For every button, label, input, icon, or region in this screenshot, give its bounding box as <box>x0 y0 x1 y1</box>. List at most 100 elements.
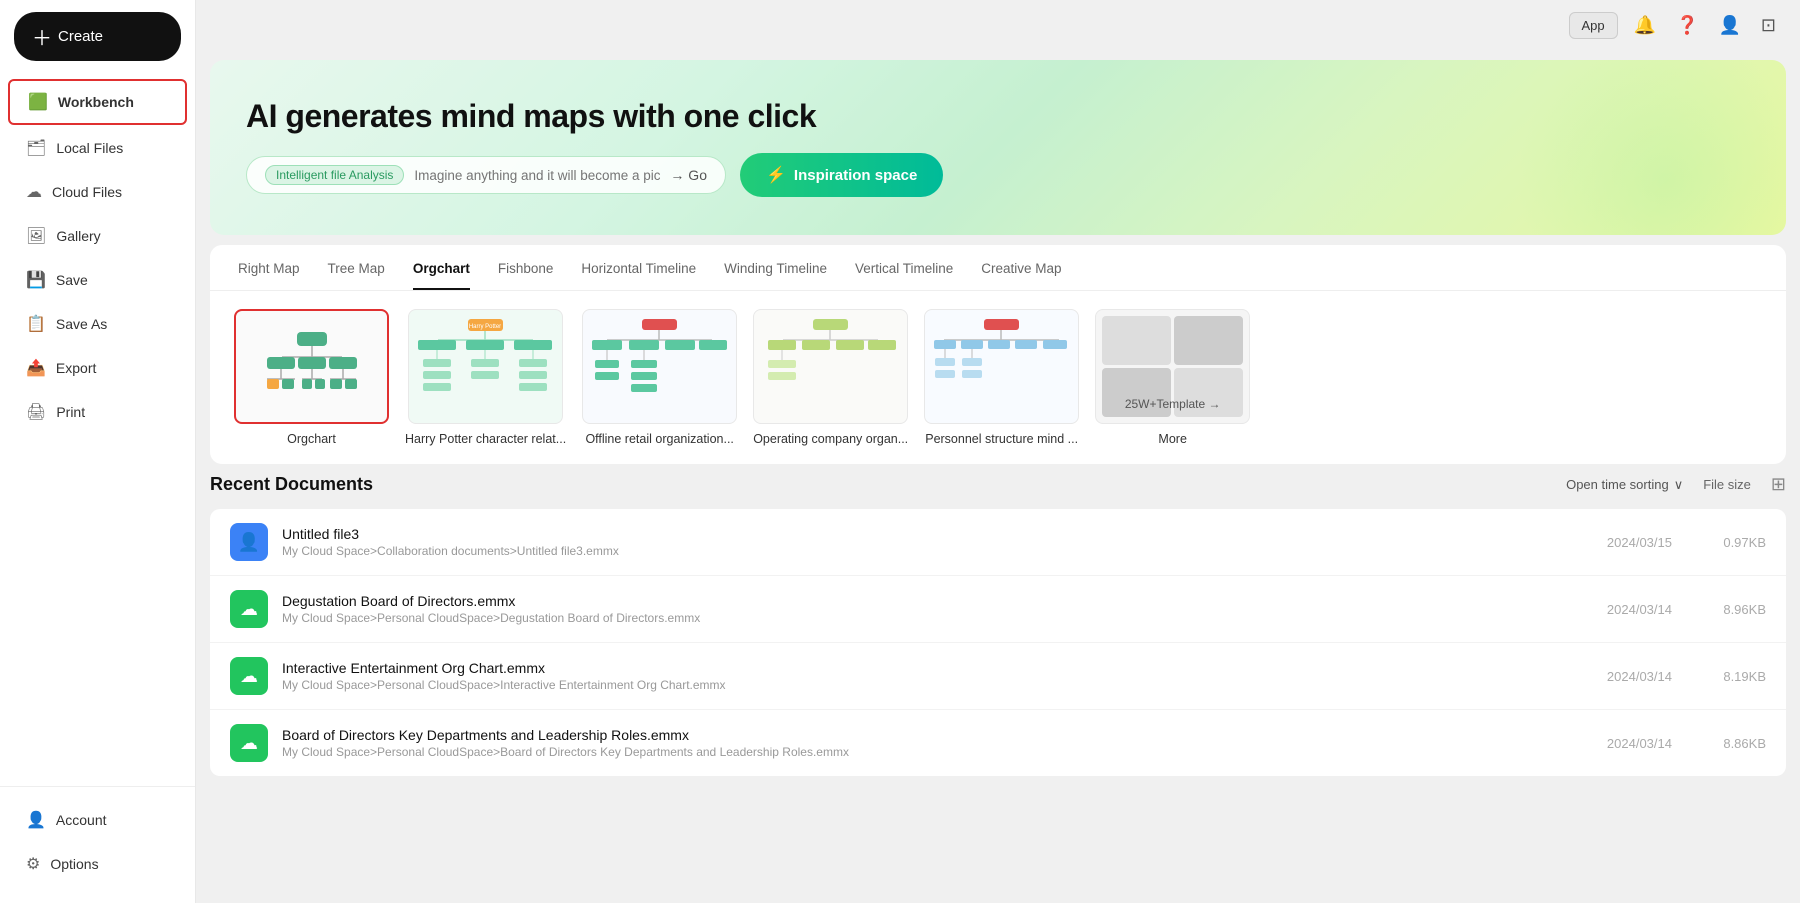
template-card-operating-company[interactable]: Operating company organ... <box>753 309 908 446</box>
template-card-more[interactable]: 25W+Template → More <box>1095 309 1250 446</box>
tab-right-map[interactable]: Right Map <box>238 261 300 290</box>
template-card-offline-retail[interactable]: Offline retail organization... <box>582 309 737 446</box>
app-button[interactable]: App <box>1569 12 1618 39</box>
export-icon: 📤 <box>26 358 46 378</box>
doc-date-1: 2024/03/15 <box>1562 535 1672 550</box>
doc-date-4: 2024/03/14 <box>1562 736 1672 751</box>
doc-list: 👤 Untitled file3 My Cloud Space>Collabor… <box>210 509 1786 776</box>
doc-name-3: Interactive Entertainment Org Chart.emmx <box>282 660 1548 676</box>
doc-info-1: Untitled file3 My Cloud Space>Collaborat… <box>282 526 1548 558</box>
sidebar-item-label: Gallery <box>56 228 100 244</box>
doc-row[interactable]: ☁ Degustation Board of Directors.emmx My… <box>210 576 1786 643</box>
doc-row[interactable]: ☁ Board of Directors Key Departments and… <box>210 710 1786 776</box>
create-button[interactable]: ＋ Create <box>14 12 181 61</box>
sidebar-item-account[interactable]: 👤 Account <box>8 799 187 841</box>
print-icon: 🖨 <box>26 402 46 422</box>
doc-size-4: 8.86KB <box>1686 736 1766 751</box>
inspiration-button[interactable]: ⚡ Inspiration space <box>740 153 943 197</box>
recent-title: Recent Documents <box>210 474 373 495</box>
topbar: App 🔔 ❓ 👤 ⊡ <box>196 0 1800 50</box>
bolt-icon: ⚡ <box>766 165 786 185</box>
tab-tree-map[interactable]: Tree Map <box>328 261 385 290</box>
tab-creative-map[interactable]: Creative Map <box>981 261 1061 290</box>
template-label-harry-potter: Harry Potter character relat... <box>405 432 566 446</box>
sidebar-item-label: Print <box>56 404 85 420</box>
tabs-row: Right Map Tree Map Orgchart Fishbone Hor… <box>210 245 1786 291</box>
doc-row[interactable]: 👤 Untitled file3 My Cloud Space>Collabor… <box>210 509 1786 576</box>
template-card-harry-potter[interactable]: Harry Potter <box>405 309 566 446</box>
more-badge: 25W+Template → <box>1096 397 1249 411</box>
notification-icon[interactable]: 🔔 <box>1630 11 1660 40</box>
templates-grid: Orgchart Harry Potter <box>210 291 1786 464</box>
template-thumb-harry-potter: Harry Potter <box>408 309 563 424</box>
local-files-icon: 🗂 <box>26 138 46 158</box>
template-label-orgchart: Orgchart <box>287 432 336 446</box>
svg-text:Harry Potter: Harry Potter <box>469 324 501 330</box>
template-thumb-operating-company <box>753 309 908 424</box>
doc-icon-3: ☁ <box>230 657 268 695</box>
doc-size-1: 0.97KB <box>1686 535 1766 550</box>
sidebar-item-gallery[interactable]: 🖼 Gallery <box>8 215 187 257</box>
workbench-icon: 🟩 <box>28 92 48 112</box>
hero-search-input[interactable] <box>414 168 660 183</box>
sidebar-item-label: Account <box>56 812 107 828</box>
sidebar-nav: 🟩 Workbench 🗂 Local Files ☁ Cloud Files … <box>0 73 195 786</box>
recent-controls: Open time sorting ∨ File size ⊞ <box>1566 474 1786 495</box>
template-card-personnel-structure[interactable]: Personnel structure mind ... <box>924 309 1079 446</box>
hero-title: AI generates mind maps with one click <box>246 98 1750 135</box>
search-tag: Intelligent file Analysis <box>265 165 404 185</box>
template-section: Right Map Tree Map Orgchart Fishbone Hor… <box>210 245 1786 464</box>
sidebar-bottom: 👤 Account ⚙ Options <box>0 786 195 903</box>
doc-name-1: Untitled file3 <box>282 526 1548 542</box>
cloud-files-icon: ☁ <box>26 182 42 202</box>
account-icon: 👤 <box>26 810 46 830</box>
template-thumb-offline-retail <box>582 309 737 424</box>
sidebar-item-options[interactable]: ⚙ Options <box>8 843 187 885</box>
sidebar-item-save[interactable]: 💾 Save <box>8 259 187 301</box>
doc-path-1: My Cloud Space>Collaboration documents>U… <box>282 544 1548 558</box>
template-label-personnel-structure: Personnel structure mind ... <box>925 432 1078 446</box>
sidebar-item-local-files[interactable]: 🗂 Local Files <box>8 127 187 169</box>
doc-name-4: Board of Directors Key Departments and L… <box>282 727 1548 743</box>
doc-path-2: My Cloud Space>Personal CloudSpace>Degus… <box>282 611 1548 625</box>
window-icon[interactable]: ⊡ <box>1757 11 1780 40</box>
sort-button[interactable]: Open time sorting ∨ <box>1566 477 1683 493</box>
sidebar-item-save-as[interactable]: 📋 Save As <box>8 303 187 345</box>
hero-search-bar[interactable]: Intelligent file Analysis → Go <box>246 156 726 194</box>
sidebar-item-export[interactable]: 📤 Export <box>8 347 187 389</box>
file-size-label: File size <box>1703 477 1751 492</box>
go-button[interactable]: → Go <box>670 167 707 183</box>
doc-info-2: Degustation Board of Directors.emmx My C… <box>282 593 1548 625</box>
doc-path-3: My Cloud Space>Personal CloudSpace>Inter… <box>282 678 1548 692</box>
inspiration-label: Inspiration space <box>794 167 917 184</box>
tab-vertical-timeline[interactable]: Vertical Timeline <box>855 261 953 290</box>
sidebar-item-label: Export <box>56 360 96 376</box>
sidebar-item-label: Workbench <box>58 94 134 110</box>
template-thumb-personnel-structure <box>924 309 1079 424</box>
doc-date-3: 2024/03/14 <box>1562 669 1672 684</box>
doc-name-2: Degustation Board of Directors.emmx <box>282 593 1548 609</box>
doc-info-3: Interactive Entertainment Org Chart.emmx… <box>282 660 1548 692</box>
doc-info-4: Board of Directors Key Departments and L… <box>282 727 1548 759</box>
view-toggle-icon[interactable]: ⊞ <box>1771 474 1786 495</box>
profile-menu-icon[interactable]: 👤 <box>1714 11 1744 40</box>
template-label-operating-company: Operating company organ... <box>753 432 908 446</box>
sidebar-item-cloud-files[interactable]: ☁ Cloud Files <box>8 171 187 213</box>
help-icon[interactable]: ❓ <box>1672 11 1702 40</box>
sidebar-item-label: Save As <box>56 316 107 332</box>
plus-icon: ＋ <box>32 22 52 51</box>
doc-icon-2: ☁ <box>230 590 268 628</box>
tab-winding-timeline[interactable]: Winding Timeline <box>724 261 827 290</box>
tab-horizontal-timeline[interactable]: Horizontal Timeline <box>581 261 696 290</box>
template-card-orgchart-blank[interactable]: Orgchart <box>234 309 389 446</box>
tab-orgchart[interactable]: Orgchart <box>413 261 470 290</box>
sidebar-item-workbench[interactable]: 🟩 Workbench <box>8 79 187 125</box>
tab-fishbone[interactable]: Fishbone <box>498 261 554 290</box>
sidebar-item-label: Options <box>50 856 98 872</box>
doc-date-2: 2024/03/14 <box>1562 602 1672 617</box>
recent-section: Recent Documents Open time sorting ∨ Fil… <box>210 474 1786 776</box>
hero-banner: AI generates mind maps with one click In… <box>210 60 1786 235</box>
doc-row[interactable]: ☁ Interactive Entertainment Org Chart.em… <box>210 643 1786 710</box>
template-thumb-more: 25W+Template → <box>1095 309 1250 424</box>
sidebar-item-print[interactable]: 🖨 Print <box>8 391 187 433</box>
